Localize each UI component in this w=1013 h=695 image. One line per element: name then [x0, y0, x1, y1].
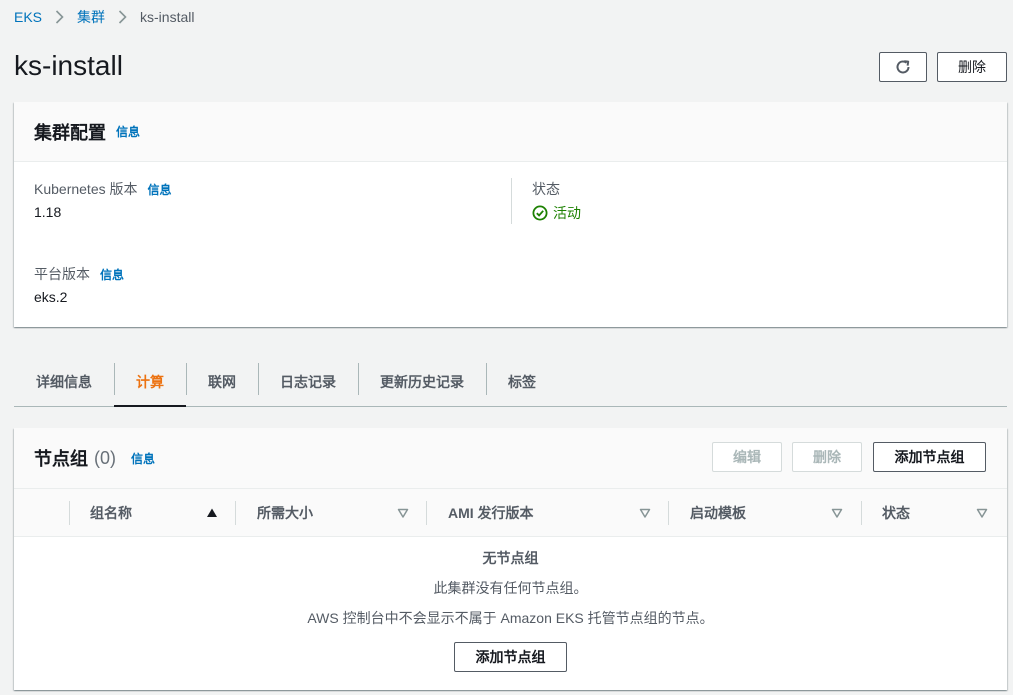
- check-circle-icon: [532, 205, 553, 221]
- column-header-desired-size[interactable]: 所需大小: [257, 489, 313, 536]
- empty-state-add-node-group-button[interactable]: 添加节点组: [454, 642, 567, 672]
- tab-update-history[interactable]: 更新历史记录: [358, 357, 486, 406]
- chevron-right-icon: [55, 10, 64, 24]
- status-label: 状态: [532, 181, 560, 197]
- tab-details[interactable]: 详细信息: [14, 357, 114, 406]
- node-groups-table-header: 组名称 所需大小 AMI 发行版本 启动模板 状态: [14, 488, 1007, 537]
- column-header-launch-template[interactable]: 启动模板: [690, 489, 746, 536]
- edit-node-group-button[interactable]: 编辑: [712, 442, 782, 472]
- status-value: 活动: [532, 203, 581, 223]
- breadcrumb: EKS 集群 ks-install: [14, 8, 194, 26]
- column-separator: [861, 501, 862, 525]
- empty-state-title: 无节点组: [482, 550, 539, 566]
- column-separator: [426, 501, 427, 525]
- delete-node-group-button[interactable]: 删除: [792, 442, 862, 472]
- sort-icon[interactable]: [397, 506, 409, 522]
- platform-version-value: eks.2: [34, 289, 68, 305]
- cluster-config-panel: 集群配置 信息 Kubernetes 版本 信息 1.18 状态 活动 平台版本…: [14, 102, 1007, 327]
- tab-networking[interactable]: 联网: [186, 357, 258, 406]
- cluster-config-info-link[interactable]: 信息: [116, 123, 140, 140]
- chevron-right-icon: [118, 10, 127, 24]
- sort-icon[interactable]: [831, 506, 843, 522]
- empty-state-description: 此集群没有任何节点组。: [433, 580, 588, 596]
- column-separator: [668, 501, 669, 525]
- column-header-ami-release[interactable]: AMI 发行版本: [448, 489, 534, 536]
- empty-state-note: AWS 控制台中不会显示不属于 Amazon EKS 托管节点组的节点。: [307, 610, 714, 626]
- cluster-config-title: 集群配置: [34, 122, 106, 143]
- k8s-version-label: Kubernetes 版本 信息: [34, 179, 172, 199]
- platform-version-info-link[interactable]: 信息: [100, 266, 124, 283]
- tab-compute[interactable]: 计算: [114, 357, 186, 407]
- k8s-version-value: 1.18: [34, 204, 62, 220]
- node-groups-title: 节点组: [34, 449, 88, 469]
- refresh-button[interactable]: [879, 52, 927, 82]
- platform-version-label-text: 平台版本: [34, 266, 90, 282]
- k8s-version-info-link[interactable]: 信息: [148, 181, 172, 198]
- column-separator: [69, 501, 70, 525]
- cluster-config-header: 集群配置 信息: [14, 102, 1007, 162]
- k8s-version-label-text: Kubernetes 版本: [34, 181, 138, 197]
- sort-ascending-icon[interactable]: [206, 506, 218, 522]
- node-groups-info-link[interactable]: 信息: [131, 450, 155, 467]
- column-divider: [511, 178, 512, 224]
- breadcrumb-current: ks-install: [140, 9, 195, 25]
- sort-icon[interactable]: [639, 506, 651, 522]
- column-header-status[interactable]: 状态: [882, 489, 910, 536]
- page-title: ks-install: [14, 50, 123, 81]
- column-separator: [235, 501, 236, 525]
- add-node-group-button[interactable]: 添加节点组: [873, 442, 986, 472]
- tab-logging[interactable]: 日志记录: [258, 357, 358, 406]
- refresh-icon: [894, 58, 912, 76]
- breadcrumb-clusters-link[interactable]: 集群: [77, 7, 105, 27]
- status-value-text: 活动: [553, 205, 581, 221]
- breadcrumb-eks-link[interactable]: EKS: [14, 9, 42, 25]
- sort-icon[interactable]: [976, 506, 988, 522]
- tab-tags[interactable]: 标签: [486, 357, 558, 406]
- column-header-group-name[interactable]: 组名称: [90, 489, 132, 536]
- node-groups-count: (0): [94, 447, 116, 468]
- node-groups-panel: 节点组 (0) 信息 编辑 删除 添加节点组 组名称 所需大小 AMI 发行版本…: [14, 428, 1007, 690]
- tab-bar: 详细信息 计算 联网 日志记录 更新历史记录 标签: [14, 357, 1007, 407]
- delete-cluster-button[interactable]: 删除: [937, 52, 1007, 82]
- platform-version-label: 平台版本 信息: [34, 264, 124, 284]
